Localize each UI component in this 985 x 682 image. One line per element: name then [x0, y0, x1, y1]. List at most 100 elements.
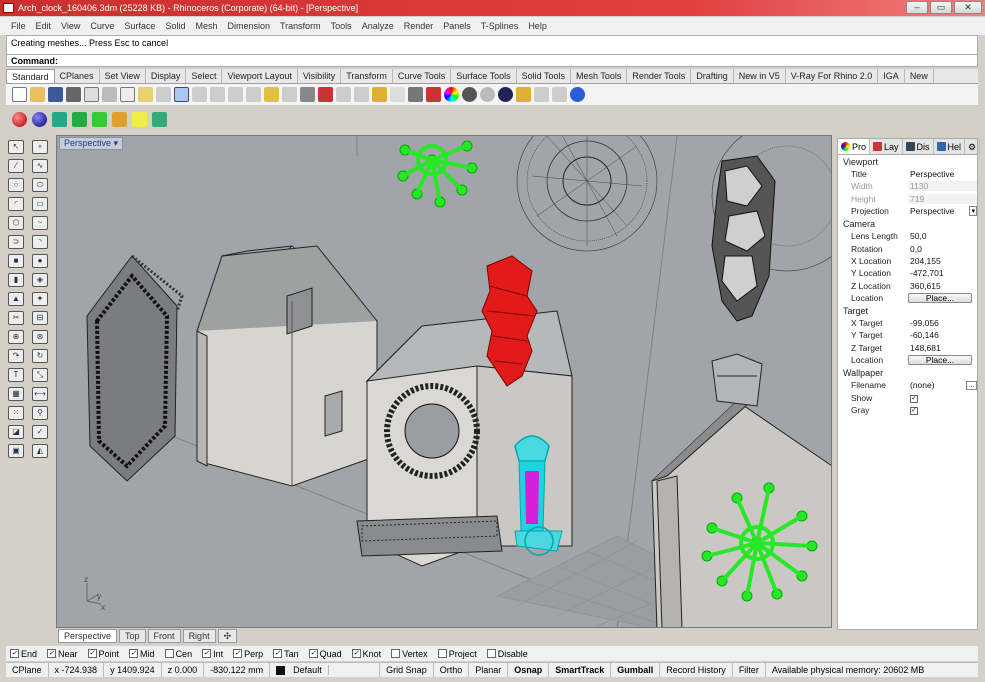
ortho-toggle[interactable]: Ortho: [434, 663, 470, 677]
polygon-icon[interactable]: ⬡: [8, 216, 24, 230]
menu-surface[interactable]: Surface: [119, 21, 160, 31]
osnap-checkbox[interactable]: ✓: [47, 649, 57, 658]
menu-solid[interactable]: Solid: [160, 21, 190, 31]
osnap-cen[interactable]: Cen: [164, 649, 192, 659]
gumball-toggle[interactable]: Gumball: [611, 663, 661, 677]
vray-interactive-icon[interactable]: [92, 111, 107, 127]
analyze-icon[interactable]: ⚲: [32, 406, 48, 420]
tab-top[interactable]: Top: [119, 629, 146, 643]
tab-viewport-layout[interactable]: Viewport Layout: [222, 69, 298, 83]
render-tool-icon[interactable]: ◪: [8, 425, 24, 439]
browse-button[interactable]: …: [966, 380, 977, 390]
zoom-window-icon[interactable]: [228, 87, 243, 102]
panel-tab-layers[interactable]: Lay: [870, 139, 903, 154]
help-icon[interactable]: [570, 87, 585, 102]
vray-options-icon[interactable]: [32, 111, 47, 127]
osnap-knot[interactable]: ✓ Knot: [351, 649, 381, 659]
check-icon[interactable]: ✓: [32, 425, 48, 439]
zoom-extents-icon[interactable]: [246, 87, 261, 102]
new-file-icon[interactable]: [12, 87, 27, 102]
lock-icon[interactable]: [408, 87, 423, 102]
group-icon[interactable]: ▣: [8, 444, 24, 458]
command-prompt[interactable]: Command:: [6, 54, 978, 67]
panel-tab-properties[interactable]: Pro: [838, 139, 871, 154]
tab-right[interactable]: Right: [182, 629, 216, 643]
menu-file[interactable]: File: [6, 21, 31, 31]
tab-cplanes[interactable]: CPlanes: [55, 69, 100, 83]
render-sphere-icon[interactable]: [480, 87, 495, 102]
point-icon[interactable]: [354, 87, 369, 102]
dropdown-arrow-icon[interactable]: ▾: [969, 206, 977, 217]
car-icon[interactable]: [318, 87, 333, 102]
menu-panels[interactable]: Panels: [438, 21, 476, 31]
paste-icon[interactable]: [138, 87, 153, 102]
osnap-checkbox[interactable]: ✓: [202, 649, 212, 658]
tab-drafting[interactable]: Drafting: [691, 69, 734, 83]
menu-analyze[interactable]: Analyze: [357, 21, 399, 31]
rotate-icon[interactable]: ↻: [32, 349, 48, 363]
layer-icon[interactable]: [426, 87, 441, 102]
osnap-perp[interactable]: ✓ Perp: [233, 649, 263, 659]
tab-standard[interactable]: Standard: [6, 69, 55, 83]
tab-iga[interactable]: IGA: [878, 69, 905, 83]
menu-curve[interactable]: Curve: [85, 21, 119, 31]
osnap-checkbox[interactable]: ✓: [87, 649, 97, 658]
save-icon[interactable]: [48, 87, 63, 102]
menu-help[interactable]: Help: [523, 21, 552, 31]
osnap-checkbox[interactable]: [437, 649, 447, 658]
add-viewport-icon[interactable]: ✣: [217, 629, 238, 643]
undo-view-icon[interactable]: [282, 87, 297, 102]
osnap-quad[interactable]: ✓ Quad: [308, 649, 342, 659]
osnap-checkbox[interactable]: ✓: [233, 649, 243, 658]
osnap-checkbox[interactable]: ✓: [129, 649, 139, 658]
free-form-icon[interactable]: ~: [32, 216, 48, 230]
minimize-button[interactable]: –: [906, 1, 928, 14]
polyline-icon[interactable]: ⁄: [8, 159, 24, 173]
layer-tool-icon[interactable]: ◭: [32, 444, 48, 458]
rectangle-icon[interactable]: ▭: [32, 197, 48, 211]
tab-new[interactable]: New: [905, 69, 934, 83]
osnap-toggle[interactable]: Osnap: [508, 663, 550, 677]
vray-sun-icon[interactable]: [132, 111, 147, 127]
osnap-mid[interactable]: ✓ Mid: [129, 649, 155, 659]
maximize-button[interactable]: ▭: [930, 1, 952, 14]
current-layer[interactable]: Default: [270, 663, 381, 677]
split-icon[interactable]: ⊟: [32, 311, 48, 325]
vray-material-icon[interactable]: [12, 111, 27, 127]
planar-toggle[interactable]: Planar: [469, 663, 509, 677]
curve-icon[interactable]: ∿: [32, 159, 48, 173]
tab-transform[interactable]: Transform: [341, 69, 393, 83]
osnap-int[interactable]: ✓ Int: [202, 649, 223, 659]
join-icon[interactable]: ⊕: [8, 330, 24, 344]
tab-surface-tools[interactable]: Surface Tools: [451, 69, 517, 83]
osnap-end[interactable]: ✓ End: [10, 649, 37, 659]
osnap-disable[interactable]: Disable: [486, 649, 528, 659]
osnap-checkbox[interactable]: ✓: [273, 649, 283, 658]
light-bulb-icon[interactable]: [390, 87, 405, 102]
osnap-checkbox[interactable]: [486, 649, 496, 658]
tab-mesh-tools[interactable]: Mesh Tools: [571, 69, 628, 83]
filter-toggle[interactable]: Filter: [733, 663, 766, 677]
tab-set-view[interactable]: Set View: [100, 69, 146, 83]
osnap-checkbox[interactable]: [391, 649, 401, 658]
boolean-icon[interactable]: ✦: [32, 292, 48, 306]
osnap-point[interactable]: ✓ Point: [87, 649, 119, 659]
tab-front[interactable]: Front: [147, 629, 181, 643]
perspective-viewport[interactable]: z y x Perspective ▾: [56, 135, 832, 628]
show-checkbox[interactable]: ✓: [910, 395, 918, 404]
menu-transform[interactable]: Transform: [275, 21, 326, 31]
copy-icon[interactable]: [120, 87, 135, 102]
export-icon[interactable]: [84, 87, 99, 102]
trim-icon[interactable]: ✂: [8, 311, 24, 325]
text-tool-icon[interactable]: T: [8, 368, 24, 382]
explode-icon[interactable]: ⊛: [32, 330, 48, 344]
menu-tools[interactable]: Tools: [326, 21, 357, 31]
pan-hand-icon[interactable]: [174, 87, 189, 102]
panel-tab-help[interactable]: Hel: [934, 139, 966, 154]
grid-snap-toggle[interactable]: Grid Snap: [380, 663, 434, 677]
tab-vray[interactable]: V-Ray For Rhino 2.0: [786, 69, 879, 83]
tab-new-in-v5[interactable]: New in V5: [734, 69, 786, 83]
text-icon[interactable]: [516, 87, 531, 102]
box-icon[interactable]: ■: [8, 254, 24, 268]
mesh-icon[interactable]: ▦: [8, 387, 24, 401]
